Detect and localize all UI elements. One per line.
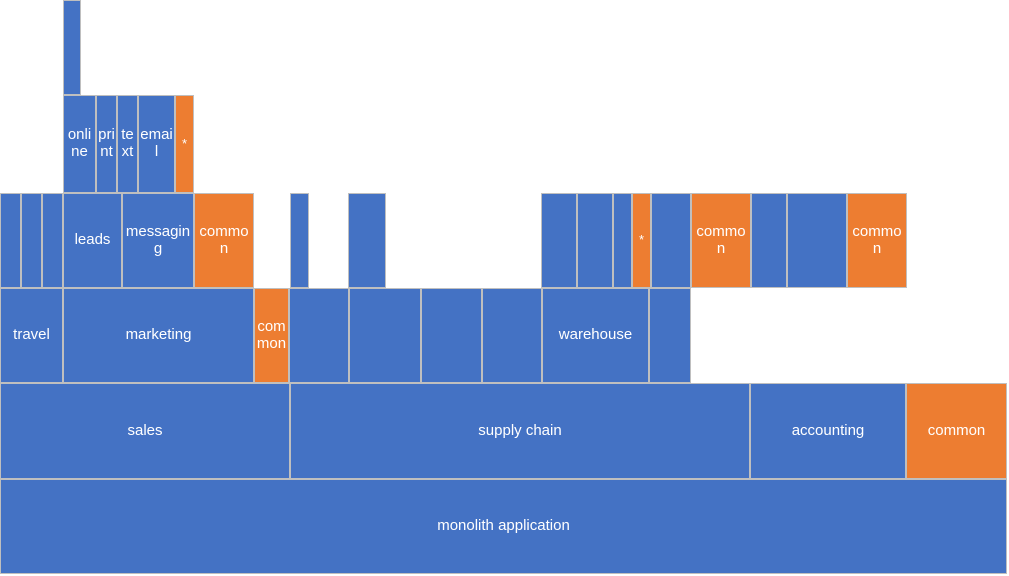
block-diagram-canvas: online print text email * leads messaging commo… [0,0,1009,576]
block-print[interactable]: print [96,95,117,193]
block-text[interactable]: text [117,95,138,193]
block-label: common [852,222,902,257]
block-star[interactable]: * [175,95,194,193]
block-unlabeled[interactable] [649,288,691,383]
block-label: online [67,126,92,160]
block-common[interactable]: common [847,193,907,288]
block-unlabeled[interactable] [289,288,349,383]
block-unlabeled[interactable] [541,193,577,288]
block-unlabeled[interactable] [482,288,542,383]
block-supply-chain[interactable]: supply chain [290,383,750,479]
block-unlabeled[interactable] [421,288,482,383]
block-label: monolith application [437,517,570,535]
block-label: warehouse [558,326,633,344]
block-unlabeled[interactable] [42,193,63,288]
block-label: accounting [791,421,865,439]
block-label: * [181,135,188,151]
block-unlabeled[interactable] [613,193,632,288]
block-label: sales [127,421,163,439]
block-unlabeled[interactable] [349,288,421,383]
block-label: * [638,232,645,248]
block-common[interactable]: common [691,193,751,288]
block-unlabeled[interactable] [651,193,691,288]
block-accounting[interactable]: accounting [750,383,906,479]
block-label: email [140,126,173,160]
block-unlabeled[interactable] [348,193,386,288]
block-online[interactable]: online [63,95,96,193]
block-label: common [199,222,249,257]
block-travel[interactable]: travel [0,288,63,383]
block-label: travel [13,326,50,344]
block-warehouse[interactable]: warehouse [542,288,649,383]
block-sales[interactable]: sales [0,383,290,479]
block-email[interactable]: email [138,95,175,193]
block-unlabeled[interactable] [21,193,42,288]
block-label: marketing [125,326,192,344]
block-star[interactable]: * [632,193,651,288]
block-label: print [98,126,115,160]
block-unlabeled[interactable] [577,193,613,288]
block-label: text [121,126,134,160]
block-label: messaging [125,222,191,257]
block-marketing[interactable]: marketing [63,288,254,383]
block-messaging[interactable]: messaging [122,193,194,288]
block-unlabeled[interactable] [0,193,21,288]
block-label: common [256,317,287,352]
block-label: supply chain [478,421,562,439]
block-unlabeled[interactable] [63,0,81,95]
block-unlabeled[interactable] [751,193,787,288]
block-common[interactable]: common [194,193,254,288]
block-label: leads [74,231,111,249]
block-common[interactable]: common [906,383,1007,479]
block-leads[interactable]: leads [63,193,122,288]
block-monolith-application[interactable]: monolith application [0,479,1007,574]
block-label: common [696,222,746,257]
block-unlabeled[interactable] [290,193,309,288]
block-common[interactable]: common [254,288,289,383]
block-unlabeled[interactable] [787,193,847,288]
block-label: common [927,421,986,439]
